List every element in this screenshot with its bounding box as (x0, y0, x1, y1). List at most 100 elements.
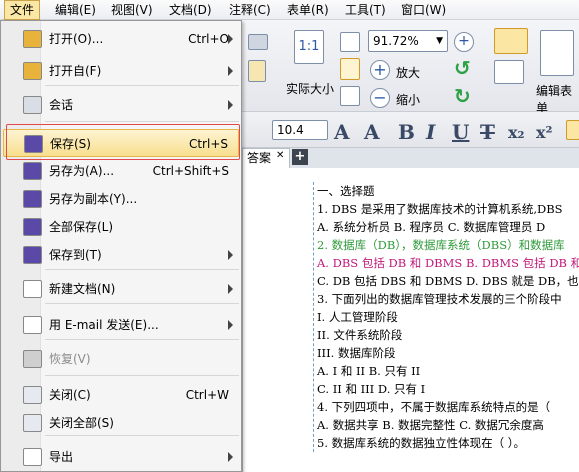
zoom-out-icon[interactable]: − (370, 88, 390, 108)
menu-window[interactable]: 窗口(W) (396, 0, 451, 20)
menu-item-label: 会话 (49, 98, 74, 112)
save-as-icon (23, 162, 42, 180)
save-to-icon (23, 246, 42, 264)
menu-item-save-to[interactable]: 保存到(T) (3, 241, 239, 269)
font-size-input[interactable]: 10.4 (272, 120, 328, 140)
shrink-font-icon[interactable]: A (364, 120, 380, 144)
menu-file[interactable]: 文件 (4, 0, 41, 20)
save-copy-icon (23, 190, 42, 208)
menu-item-new-document[interactable]: 新建文档(N) (3, 275, 239, 303)
italic-icon[interactable]: I (426, 120, 435, 144)
align-left-icon[interactable] (566, 120, 579, 140)
zoom-out-label[interactable]: 缩小 (396, 91, 420, 108)
menu-item-shortcut: Ctrl+W (185, 388, 229, 402)
rotate-left-icon[interactable]: ↺ (454, 56, 471, 80)
fit-visible-icon[interactable] (340, 86, 360, 106)
text-box-icon[interactable] (494, 60, 524, 84)
menu-item-label: 恢复(V) (49, 352, 91, 366)
session-icon (23, 96, 42, 114)
menu-form[interactable]: 表单(R) (282, 0, 334, 20)
superscript-icon[interactable]: x² (536, 123, 553, 142)
save-all-icon (23, 218, 42, 236)
menu-item-folder-globe[interactable]: 打开自(F) (3, 57, 239, 85)
new-document-icon (23, 280, 42, 298)
zoom-value: 91.72% (373, 34, 419, 48)
document-line: III. 数据库阶段 (317, 346, 396, 360)
strikethrough-icon[interactable]: T (480, 120, 495, 144)
grow-font-icon[interactable]: A (334, 120, 350, 144)
zoom-in-icon[interactable]: + (370, 60, 390, 80)
document-line: C. DB 包括 DBS 和 DBMS D. DBS 就是 DB，也 (317, 274, 579, 288)
email-icon (23, 316, 42, 334)
actual-size-icon[interactable]: 1:1 (294, 30, 324, 64)
edit-form-label[interactable]: 编辑表单 (536, 82, 579, 116)
submenu-arrow-icon (228, 66, 233, 76)
close-doc-icon (23, 386, 42, 404)
actual-size-label[interactable]: 实际大小 (286, 80, 334, 97)
fit-page-icon[interactable] (340, 32, 360, 52)
menu-item-export[interactable]: 导出 (3, 443, 239, 471)
menu-item-label: 导出 (49, 450, 74, 464)
submenu-arrow-icon (228, 34, 233, 44)
typewriter-icon[interactable] (494, 28, 528, 54)
edit-form-icon[interactable] (540, 30, 574, 76)
document-line: A. 数据共享 B. 数据完整性 C. 数据冗余度高 (317, 418, 544, 432)
menu-document[interactable]: 文档(D) (164, 0, 217, 20)
menu-item-save-copy[interactable]: 另存为副本(Y)... (3, 185, 239, 213)
menu-item-label: 打开(O)... (49, 32, 104, 46)
bold-icon[interactable]: B (398, 120, 415, 144)
menu-item-session[interactable]: 会话 (3, 91, 239, 119)
menu-item-label: 另存为(A)... (49, 164, 115, 178)
zoom-in-label[interactable]: 放大 (396, 64, 420, 81)
underline-icon[interactable]: U (452, 120, 469, 144)
submenu-arrow-icon (228, 452, 233, 462)
rotate-right-icon[interactable]: ↻ (454, 84, 471, 108)
close-tab-icon[interactable]: ✕ (276, 150, 284, 161)
menu-separator (45, 375, 239, 376)
menu-item-revert[interactable]: 恢复(V) (3, 345, 239, 373)
document-line: 1. DBS 是采用了数据库技术的计算机系统,DBS (317, 202, 563, 216)
document-line: I. 人工管理阶段 (317, 310, 398, 324)
menu-view[interactable]: 视图(V) (106, 0, 158, 20)
document-line: 4. 下列四项中，不属于数据库系统特点的是（ (317, 400, 551, 414)
highlight-annotation-box (6, 124, 240, 160)
menu-item-label: 全部保存(L) (49, 220, 114, 234)
export-icon (23, 448, 42, 466)
subscript-icon[interactable]: x₂ (508, 123, 525, 142)
menu-item-shortcut: Ctrl+Shift+S (152, 164, 229, 178)
menu-item-label: 保存到(T) (49, 248, 102, 262)
document-line: 3. 下面列出的数据库管理技术发展的三个阶段中 (317, 292, 562, 306)
menu-item-close-all[interactable]: 关闭全部(S) (3, 409, 239, 437)
chevron-down-icon[interactable]: ▼ (436, 31, 443, 51)
menu-item-label: 打开自(F) (49, 64, 102, 78)
zoom-input[interactable]: 91.72% ▼ (368, 30, 448, 52)
camera-icon[interactable] (248, 34, 268, 50)
document-line: 一、选择题 (317, 184, 375, 198)
menu-edit[interactable]: 编辑(E) (50, 0, 101, 20)
folder-globe-icon (23, 62, 42, 80)
document-page: 一、选择题 1. DBS 是采用了数据库技术的计算机系统,DBS A. 系统分析员 … (242, 168, 579, 472)
menu-separator (45, 121, 239, 122)
magnifier-icon[interactable]: + (454, 32, 474, 52)
menu-item-folder-open[interactable]: 打开(O)... Ctrl+O (3, 25, 239, 53)
menu-item-email[interactable]: 用 E-mail 发送(E)... (3, 311, 239, 339)
document-line: A. DBS 包括 DB 和 DBMS B. DBMS 包括 DB 和 (317, 256, 579, 270)
document-line: II. 文件系统阶段 (317, 328, 403, 342)
folder-open-icon (23, 30, 42, 48)
menu-bar: 文件 编辑(E) 视图(V) 文档(D) 注释(C) 表单(R) 工具(T) 窗… (0, 0, 579, 20)
menu-separator (45, 85, 239, 86)
menu-comment[interactable]: 注释(C) (224, 0, 276, 20)
close-all-icon (23, 414, 42, 432)
fit-width-icon[interactable] (340, 58, 360, 80)
document-text: 一、选择题 1. DBS 是采用了数据库技术的计算机系统,DBS A. 系统分析员 … (313, 182, 579, 452)
menu-item-save-all[interactable]: 全部保存(L) (3, 213, 239, 241)
menu-item-label: 关闭(C) (49, 388, 91, 402)
revert-icon (23, 350, 42, 368)
submenu-arrow-icon (228, 250, 233, 260)
new-tab-icon[interactable]: + (292, 149, 308, 165)
menu-item-close-doc[interactable]: 关闭(C) Ctrl+W (3, 381, 239, 409)
clipboard-icon[interactable] (248, 60, 266, 82)
menu-tools[interactable]: 工具(T) (340, 0, 391, 20)
menu-item-save-as[interactable]: 另存为(A)... Ctrl+Shift+S (3, 157, 239, 185)
menu-item-label: 用 E-mail 发送(E)... (49, 318, 159, 332)
